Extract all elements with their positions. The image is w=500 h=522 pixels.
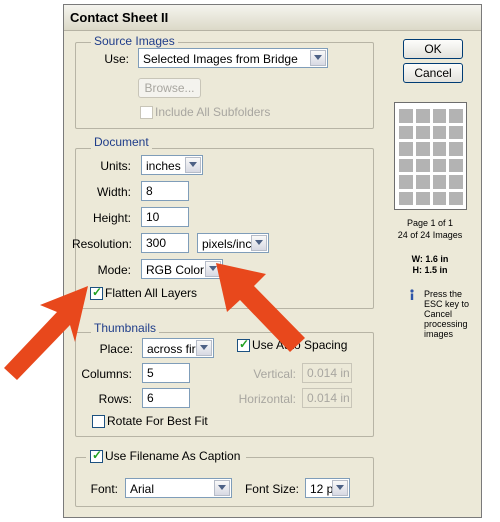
annotation-arrows: [4, 263, 305, 380]
arrow-right: [216, 263, 305, 352]
arrow-left: [4, 286, 88, 380]
